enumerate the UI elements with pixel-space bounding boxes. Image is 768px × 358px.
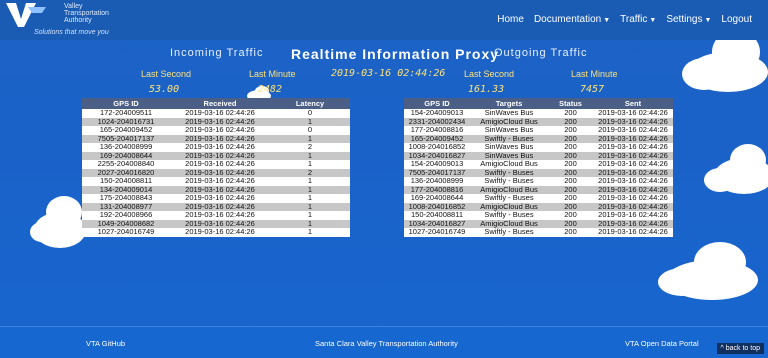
outgoing-table-body: 154-204009013 SinWaves Bus 200 2019-03-16 0… — [404, 108, 673, 237]
nav-traffic-label: Traffic — [620, 14, 648, 25]
cloud-icon — [658, 242, 758, 300]
table-row: 1027-204016749 Swiftly - Buses 200 2019-03-… — [404, 227, 673, 237]
table-cell: 1027-204016749 — [404, 227, 470, 237]
current-datetime: 2019-03-16 02:44:26 — [331, 68, 446, 79]
table-cell: Swiftly - Buses — [470, 227, 548, 237]
nav-home[interactable]: Home — [497, 14, 524, 25]
brand-line-3: Authority — [64, 17, 92, 24]
table-cell: 200 — [548, 227, 593, 237]
nav-traffic[interactable]: Traffic ▼ — [620, 14, 656, 25]
outgoing-last-second-value: 161.33 — [468, 84, 505, 95]
incoming-traffic-table: GPS ID Received Latency 172-204009511 2019-… — [82, 98, 350, 237]
footer: VTA GitHub Santa Clara Valley Transporta… — [0, 326, 768, 358]
chevron-down-icon: ▼ — [704, 17, 712, 24]
incoming-table-body: 172-204009511 2019-03-16 02:44:26 0 1024-20… — [82, 108, 350, 237]
table-cell: 2019-03-16 02:44:26 — [170, 227, 270, 237]
table-row: 1027-204016749 2019-03-16 02:44:26 1 — [82, 227, 350, 237]
cloud-icon — [704, 144, 768, 194]
outgoing-traffic-heading: Outgoing Traffic — [494, 47, 588, 59]
incoming-last-minute-value: 2482 — [258, 84, 283, 95]
table-cell: 1027-204016749 — [82, 227, 170, 237]
navbar: Valley Transportation Authority Solution… — [0, 0, 768, 40]
outgoing-traffic-table: GPS ID Targets Status Sent 154-204009013 Sin… — [404, 98, 673, 237]
chevron-down-icon: ▼ — [649, 17, 657, 24]
nav-documentation-label: Documentation — [533, 14, 602, 25]
incoming-traffic-heading: Incoming Traffic — [170, 47, 264, 59]
table-cell: 2019-03-16 02:44:26 — [593, 227, 673, 237]
incoming-last-minute-label: Last Minute — [249, 69, 296, 79]
footer-github-link[interactable]: VTA GitHub — [86, 339, 125, 348]
outgoing-last-second-label: Last Second — [464, 69, 515, 79]
brand-tagline: Solutions that move you — [34, 29, 109, 36]
brand-line-2: Transportation — [64, 10, 109, 17]
back-to-top-button[interactable]: ^ back to top — [716, 343, 764, 354]
footer-open-data-link[interactable]: VTA Open Data Portal — [625, 339, 699, 348]
outgoing-last-minute-value: 7457 — [580, 84, 605, 95]
nav-menu: Home Documentation ▼ Traffic ▼ Settings ▼ L… — [497, 14, 752, 25]
vta-logo-icon — [6, 3, 46, 27]
nav-documentation[interactable]: Documentation ▼ — [534, 14, 610, 25]
brand-line-1: Valley — [64, 3, 83, 10]
incoming-last-second-label: Last Second — [141, 69, 192, 79]
chevron-down-icon: ▼ — [603, 17, 611, 24]
nav-settings[interactable]: Settings ▼ — [666, 14, 711, 25]
page-title: Realtime Information Proxy — [291, 46, 500, 62]
nav-settings-label: Settings — [666, 14, 703, 25]
cloud-icon — [30, 196, 86, 248]
incoming-last-second-value: 53.00 — [149, 84, 180, 95]
nav-logout[interactable]: Logout — [721, 14, 752, 25]
brand[interactable]: Valley Transportation Authority Solution… — [4, 1, 144, 39]
footer-authority-link[interactable]: Santa Clara Valley Transportation Author… — [315, 339, 458, 348]
outgoing-last-minute-label: Last Minute — [571, 69, 618, 79]
table-cell: 1 — [270, 227, 350, 237]
